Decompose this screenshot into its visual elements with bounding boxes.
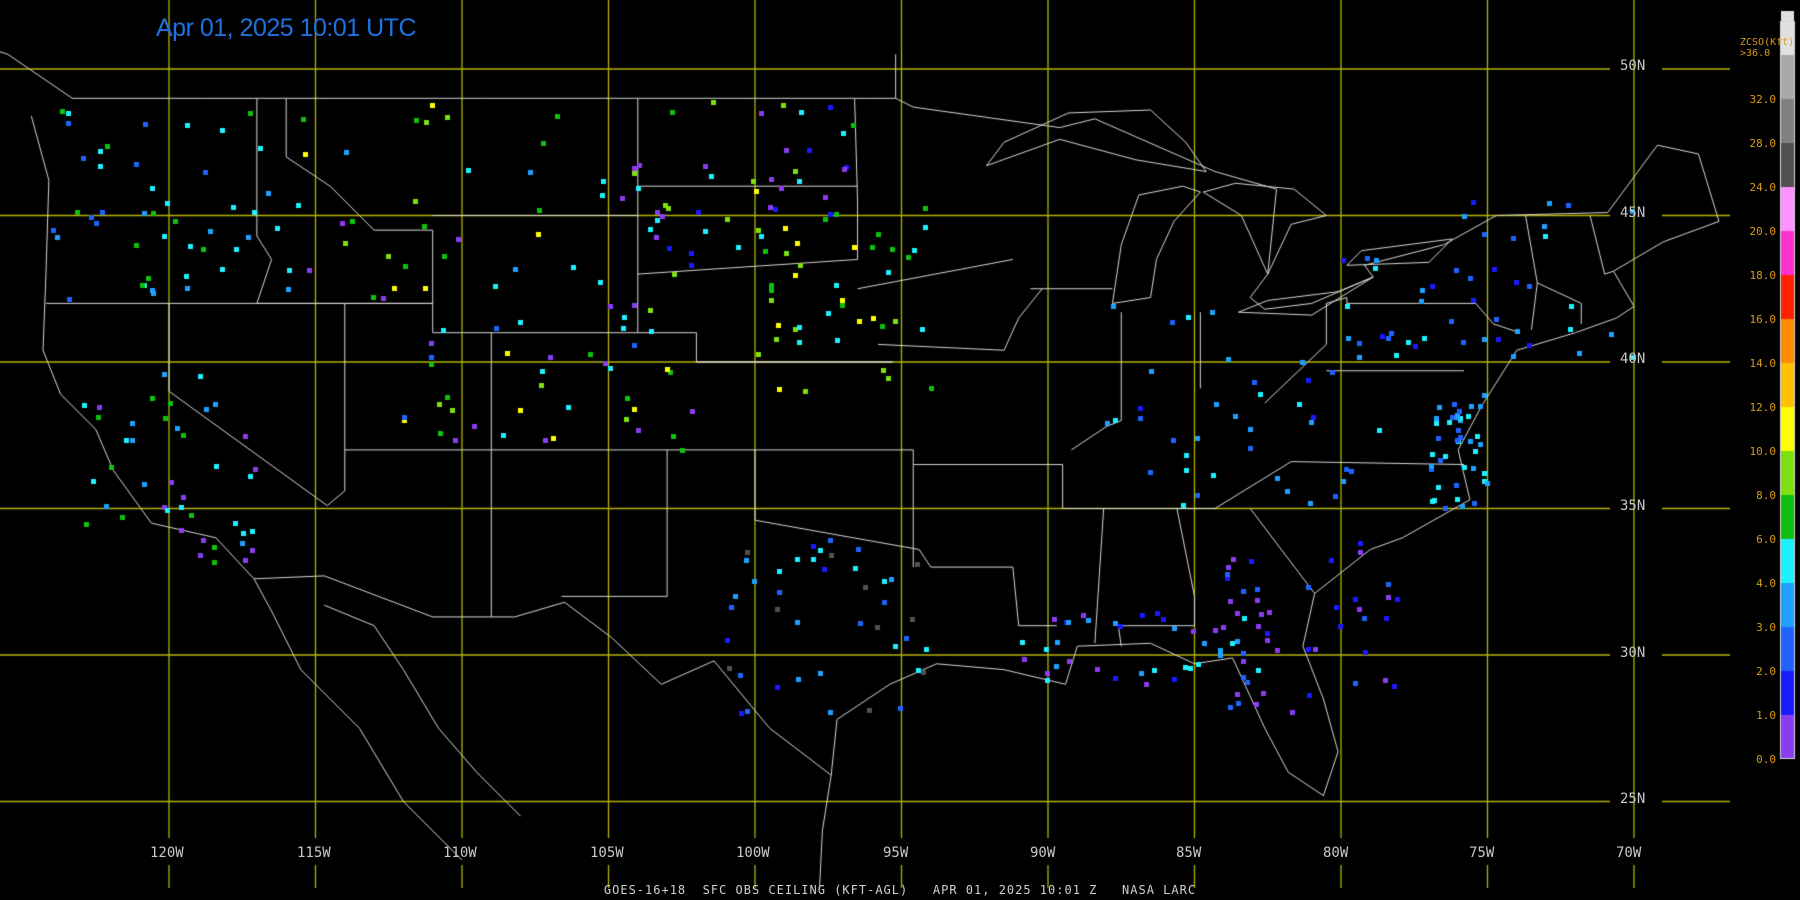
lon-label: 85W <box>1176 845 1202 861</box>
legend-tick: 32.0 <box>1749 93 1777 106</box>
legend-title-units: ZCSO(Kft) <box>1740 37 1795 48</box>
legend-tick: 10.0 <box>1749 445 1777 458</box>
lon-label: 110W <box>443 845 477 861</box>
lon-label: 120W <box>150 845 184 861</box>
legend-tick: 16.0 <box>1749 313 1777 326</box>
legend-title-max: >36.0 <box>1740 48 1771 59</box>
legend-tick: 14.0 <box>1749 357 1777 370</box>
legend-tick: 6.0 <box>1756 533 1776 546</box>
observation-timestamp: Apr 01, 2025 10:01 UTC <box>156 14 417 42</box>
product-caption: GOES-16+18 SFC OBS CEILING (KFT-AGL) APR… <box>603 883 1197 897</box>
lat-label: 35N <box>1620 498 1646 514</box>
legend-tick: 12.0 <box>1749 401 1777 414</box>
lon-label: 90W <box>1030 845 1056 861</box>
legend-title: ZCSO(Kft) >36.0 <box>1740 37 1794 59</box>
lat-label: 30N <box>1620 645 1646 661</box>
legend-tick: 2.0 <box>1756 665 1776 678</box>
lon-label: 80W <box>1323 845 1349 861</box>
legend-tick: 3.0 <box>1756 621 1776 634</box>
lat-label: 25N <box>1620 791 1646 807</box>
legend-tick: 20.0 <box>1749 225 1777 238</box>
legend-tick: 8.0 <box>1756 489 1776 502</box>
lon-label: 75W <box>1469 845 1495 861</box>
lon-label: 105W <box>590 845 624 861</box>
lon-label: 70W <box>1616 845 1642 861</box>
legend-tick: 28.0 <box>1749 137 1777 150</box>
lon-label: 95W <box>883 845 909 861</box>
legend-tick: 4.0 <box>1756 577 1776 590</box>
legend-tick: 18.0 <box>1749 269 1777 282</box>
lon-label: 115W <box>297 845 331 861</box>
legend-tick: 1.0 <box>1756 709 1776 722</box>
legend-tick: 0.0 <box>1756 753 1776 766</box>
legend-tick: 24.0 <box>1749 181 1777 194</box>
lat-label: 45N <box>1620 205 1646 221</box>
lon-label: 100W <box>736 845 770 861</box>
lat-label: 50N <box>1620 58 1646 74</box>
ceiling-map <box>0 0 1800 900</box>
lat-label: 40N <box>1620 351 1646 367</box>
